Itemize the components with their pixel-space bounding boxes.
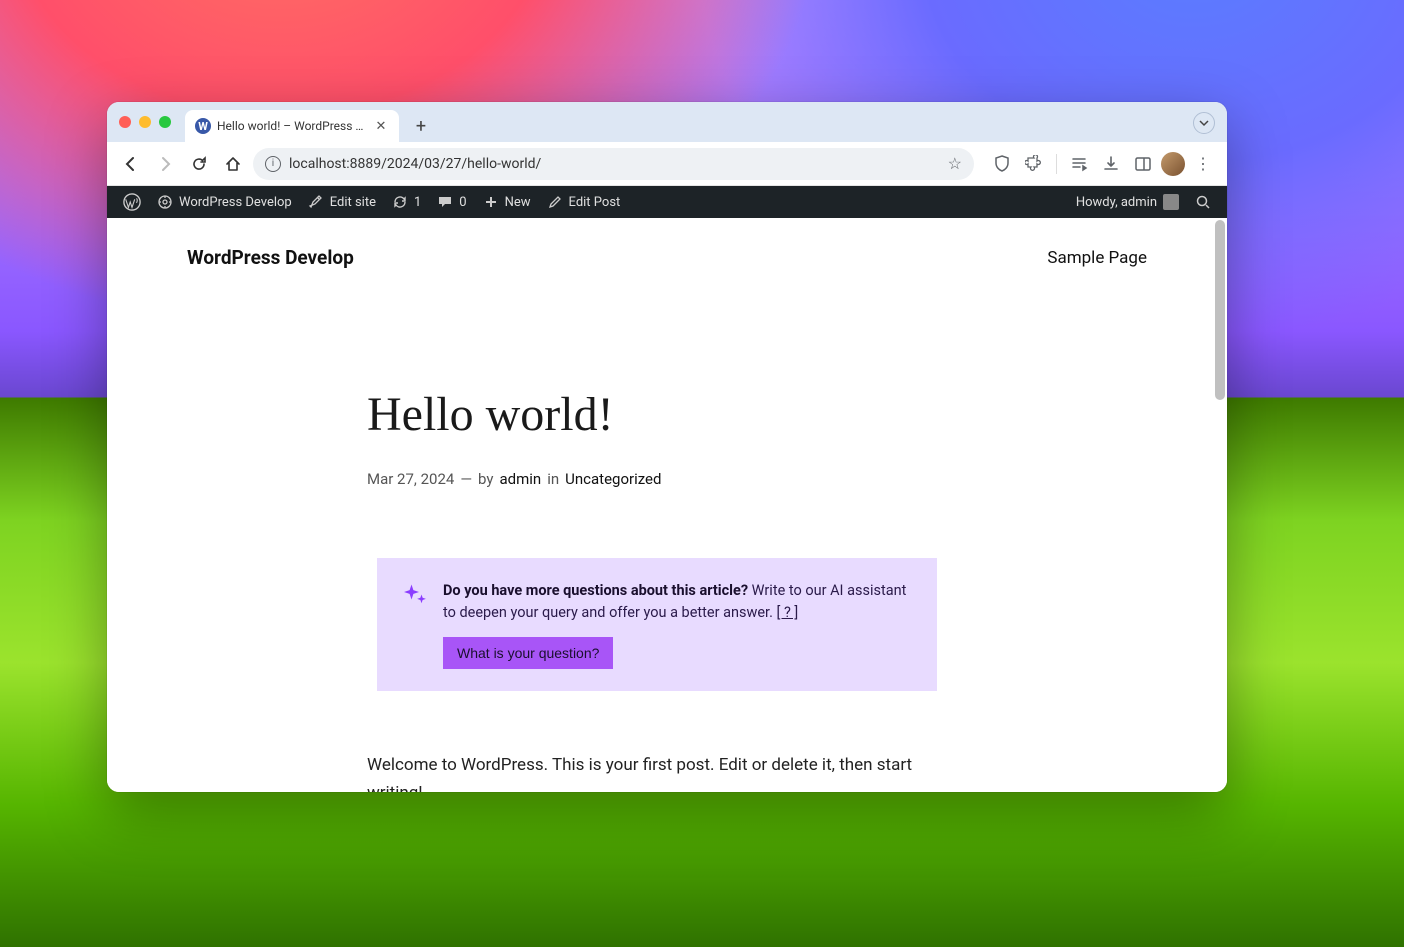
wp-edit-site-label: Edit site	[330, 195, 376, 210]
wp-admin-bar: WordPress Develop Edit site 1 0	[107, 186, 1227, 218]
plus-icon	[483, 194, 499, 210]
site-info-icon[interactable]: i	[265, 156, 281, 172]
wp-howdy-label: Howdy, admin	[1076, 195, 1157, 210]
extensions-puzzle-icon[interactable]	[1020, 150, 1048, 178]
wp-new-label: New	[505, 195, 531, 210]
tab-close-button[interactable]: ✕	[373, 118, 389, 134]
wp-comments[interactable]: 0	[429, 186, 474, 218]
pencil-icon	[547, 194, 563, 210]
site-title-link[interactable]: WordPress Develop	[187, 246, 354, 269]
wp-search-toggle[interactable]	[1187, 186, 1219, 218]
ai-strong-text: Do you have more questions about this ar…	[443, 582, 748, 599]
wp-site-name-label: WordPress Develop	[179, 195, 292, 210]
browser-window: W Hello world! – WordPress Dev... ✕ +	[107, 102, 1227, 792]
wordpress-favicon-icon: W	[195, 118, 211, 134]
comment-icon	[437, 194, 453, 210]
post-title: Hello world!	[367, 387, 967, 442]
nav-sample-page[interactable]: Sample Page	[1047, 248, 1147, 268]
desktop-wallpaper: W Hello world! – WordPress Dev... ✕ +	[0, 0, 1404, 947]
user-avatar-icon	[1163, 194, 1179, 210]
ai-assistant-box: Do you have more questions about this ar…	[377, 558, 937, 691]
wp-edit-post[interactable]: Edit Post	[539, 186, 629, 218]
extension-shield-icon[interactable]	[988, 150, 1016, 178]
updates-icon	[392, 194, 408, 210]
url-text: localhost:8889/2024/03/27/hello-world/	[289, 156, 940, 172]
address-bar[interactable]: i localhost:8889/2024/03/27/hello-world/…	[253, 148, 974, 180]
by-label: by	[478, 470, 493, 488]
window-maximize-button[interactable]	[159, 116, 171, 128]
wp-comments-count: 0	[459, 195, 466, 210]
ai-help-link[interactable]: [ ? ]	[777, 604, 799, 621]
scrollbar-thumb[interactable]	[1215, 220, 1225, 400]
window-minimize-button[interactable]	[139, 116, 151, 128]
bookmark-star-button[interactable]: ☆	[948, 154, 962, 173]
wp-edit-site[interactable]: Edit site	[300, 186, 384, 218]
wp-updates-count: 1	[414, 195, 421, 210]
wp-logo-menu[interactable]	[115, 186, 149, 218]
wordpress-logo-icon	[123, 193, 141, 211]
ai-content: Do you have more questions about this ar…	[443, 580, 911, 669]
post-author-link[interactable]: admin	[499, 470, 541, 488]
browser-tab-active[interactable]: W Hello world! – WordPress Dev... ✕	[185, 110, 399, 142]
page-content: WordPress Develop Sample Page Hello worl…	[107, 218, 1227, 792]
new-tab-button[interactable]: +	[407, 112, 435, 140]
toolbar-right-group: ⋮	[988, 150, 1217, 178]
post-category-link[interactable]: Uncategorized	[565, 470, 661, 488]
post-meta: Mar 27, 2024 — by admin in Uncategorized	[367, 470, 967, 488]
media-playlist-icon[interactable]	[1065, 150, 1093, 178]
window-controls	[119, 102, 171, 142]
search-icon	[1195, 194, 1211, 210]
sparkle-icon	[399, 582, 429, 669]
toolbar-divider	[1056, 154, 1057, 174]
window-close-button[interactable]	[119, 116, 131, 128]
in-label: in	[547, 470, 559, 488]
nav-back-button[interactable]	[117, 150, 145, 178]
tab-title: Hello world! – WordPress Dev...	[217, 119, 367, 133]
home-dashicon-icon	[157, 194, 173, 210]
post-article: Hello world! Mar 27, 2024 — by admin in …	[347, 387, 987, 792]
wp-updates[interactable]: 1	[384, 186, 429, 218]
browser-toolbar: i localhost:8889/2024/03/27/hello-world/…	[107, 142, 1227, 186]
nav-forward-button[interactable]	[151, 150, 179, 178]
wp-new[interactable]: New	[475, 186, 539, 218]
site-header: WordPress Develop Sample Page	[107, 218, 1227, 297]
wp-edit-post-label: Edit Post	[569, 195, 621, 210]
wp-howdy[interactable]: Howdy, admin	[1068, 186, 1187, 218]
brush-icon	[308, 194, 324, 210]
side-panel-icon[interactable]	[1129, 150, 1157, 178]
meta-dash: —	[460, 470, 472, 488]
reload-button[interactable]	[185, 150, 213, 178]
home-button[interactable]	[219, 150, 247, 178]
post-date: Mar 27, 2024	[367, 470, 454, 488]
post-body: Welcome to WordPress. This is your first…	[367, 751, 967, 792]
wp-site-name[interactable]: WordPress Develop	[149, 186, 300, 218]
profile-avatar[interactable]	[1161, 152, 1185, 176]
downloads-icon[interactable]	[1097, 150, 1125, 178]
browser-tab-strip: W Hello world! – WordPress Dev... ✕ +	[107, 102, 1227, 142]
chevron-down-icon	[1199, 118, 1209, 128]
ai-question-button[interactable]: What is your question?	[443, 637, 613, 669]
site-nav: Sample Page	[1047, 248, 1147, 268]
chrome-menu-button[interactable]: ⋮	[1189, 150, 1217, 178]
tab-overflow-button[interactable]	[1193, 112, 1215, 134]
